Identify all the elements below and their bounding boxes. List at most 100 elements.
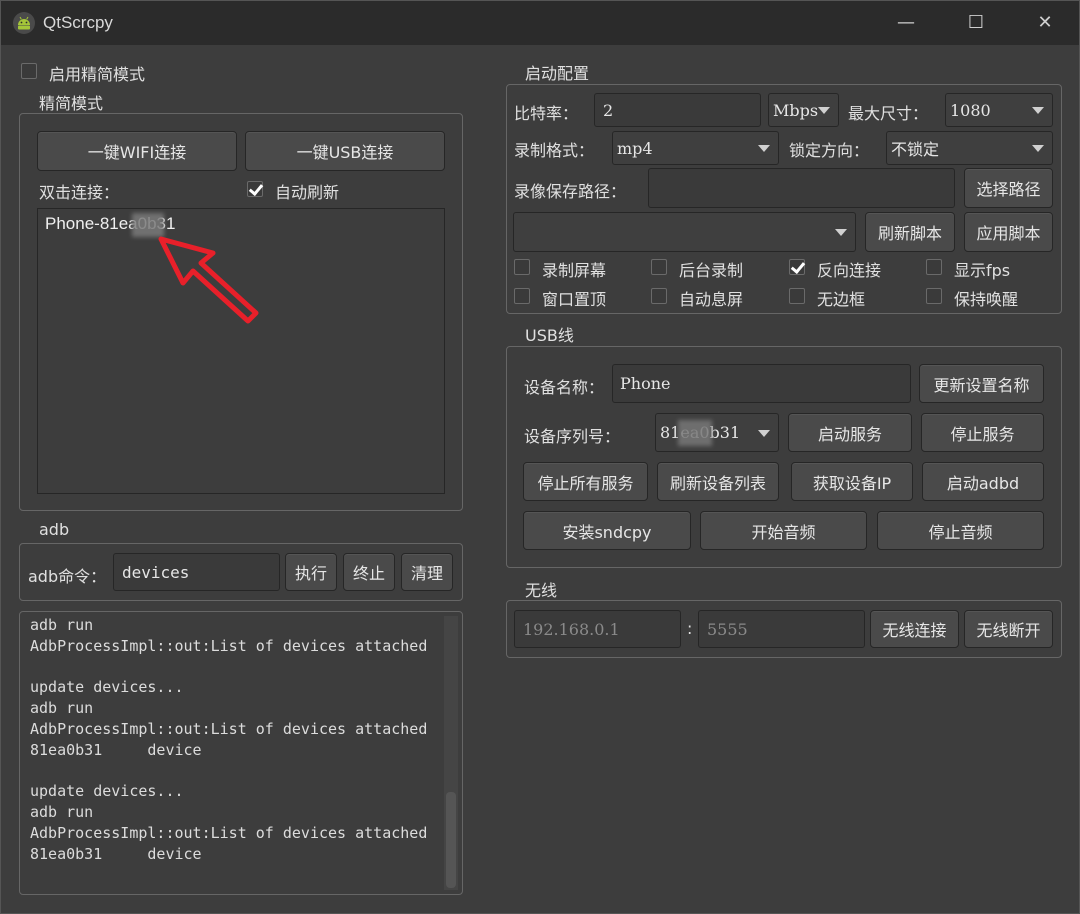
simple-mode-group-title: 精简模式 [39,94,104,113]
android-icon [13,12,35,34]
option-label: 显示fps [954,261,1011,280]
adb-group-title: adb [39,520,70,539]
lock-orientation-label: 锁定方向： [789,141,870,160]
record-path-label: 录像保存路径： [514,182,627,201]
adb-stop-button[interactable]: 终止 [343,553,395,591]
simple-mode-label: 启用精简模式 [49,65,146,84]
option-checkbox[interactable] [651,259,667,275]
option-checkbox[interactable] [514,259,530,275]
update-device-name-button[interactable]: 更新设置名称 [919,364,1044,403]
script-select[interactable] [513,212,856,252]
maximize-button[interactable]: ☐ [953,7,999,39]
log-line: 81ea0b31 device [30,740,202,759]
record-format-value: mp4 [617,138,653,158]
record-format-select[interactable]: mp4 [612,131,779,165]
wireless-ip-input[interactable]: 192.168.0.1 [514,610,681,648]
double-click-label: 双击连接： [39,183,120,202]
log-line: AdbProcessImpl::out:List of devices atta… [30,719,428,738]
record-format-label: 录制格式： [514,141,595,160]
lock-orientation-select[interactable]: 不锁定 [886,131,1053,165]
refresh-script-button[interactable]: 刷新脚本 [865,212,955,252]
lock-orientation-value: 不锁定 [891,140,940,159]
chevron-down-icon [1032,145,1044,152]
device-name-input[interactable]: Phone [612,364,911,403]
auto-refresh-checkbox[interactable] [247,181,263,197]
option-label: 后台录制 [679,261,744,280]
chevron-down-icon [758,429,770,437]
start-adbd-button[interactable]: 启动adbd [922,462,1044,501]
launch-config-group-title: 启动配置 [525,64,590,83]
adb-clear-button[interactable]: 清理 [401,553,453,591]
max-size-label: 最大尺寸： [848,104,929,123]
chevron-down-icon [758,145,770,152]
log-line: adb run [30,616,94,634]
option-checkbox[interactable] [514,288,530,304]
log-line: update devices... [30,678,184,697]
wifi-connect-button[interactable]: 一键WIFI连接 [37,131,237,171]
select-path-button[interactable]: 选择路径 [964,168,1053,208]
option-checkbox[interactable] [789,259,805,275]
apply-script-button[interactable]: 应用脚本 [964,212,1053,252]
wireless-port-input[interactable]: 5555 [698,610,865,648]
adb-log-output[interactable]: adb run AdbProcessImpl::out:List of devic… [19,611,463,895]
log-line: 81ea0b31 device [30,844,202,863]
option-label: 反向连接 [817,261,882,280]
bitrate-unit-value: Mbps [773,100,819,120]
start-service-button[interactable]: 启动服务 [788,413,912,452]
option-checkbox[interactable] [651,288,667,304]
log-line: update devices... [30,782,184,801]
bitrate-label: 比特率： [514,104,579,123]
usb-group-title: USB线 [525,326,574,345]
log-line: adb run [30,803,94,822]
max-size-value: 1080 [950,100,991,120]
log-scrollbar[interactable] [444,616,458,890]
main-window: QtScrcpy — ☐ ✕ 启用精简模式 精简模式 一键WIFI连接 一键US… [0,0,1080,914]
simple-mode-checkbox[interactable] [21,63,37,79]
annotation-arrow-icon [158,236,259,324]
bitrate-input[interactable]: 2 [594,93,761,127]
usb-connect-button[interactable]: 一键USB连接 [245,131,445,171]
record-path-input[interactable] [648,168,955,208]
log-text: adb run AdbProcessImpl::out:List of devic… [30,615,427,865]
get-device-ip-button[interactable]: 获取设备IP [791,462,913,501]
close-button[interactable]: ✕ [1022,7,1068,39]
install-sndcpy-button[interactable]: 安装sndcpy [523,511,691,550]
log-scrollbar-thumb[interactable] [446,792,456,888]
option-label: 自动息屏 [679,290,744,309]
max-size-select[interactable]: 1080 [945,93,1053,127]
option-checkbox[interactable] [926,259,942,275]
option-label: 录制屏幕 [542,261,607,280]
redaction-blur [678,420,712,446]
log-line: AdbProcessImpl::out:List of devices atta… [30,823,428,842]
log-line: adb run [30,699,94,718]
option-checkbox[interactable] [926,288,942,304]
option-label: 窗口置顶 [542,290,607,309]
serial-label: 设备序列号： [524,427,621,446]
stop-service-button[interactable]: 停止服务 [921,413,1044,452]
wireless-disconnect-button[interactable]: 无线断开 [964,610,1053,648]
title-bar[interactable]: QtScrcpy — ☐ ✕ [1,1,1079,45]
bitrate-unit-select[interactable]: Mbps [768,93,839,127]
option-label: 无边框 [817,290,866,309]
serial-select[interactable]: 81ea0b31 [655,413,779,452]
option-checkbox[interactable] [789,288,805,304]
chevron-down-icon [818,107,830,114]
device-name-label: 设备名称： [524,378,605,397]
chevron-down-icon [1032,107,1044,114]
start-audio-button[interactable]: 开始音频 [700,511,867,550]
adb-command-input[interactable]: devices [113,553,280,591]
adb-command-label: adb命令： [28,567,107,586]
adb-execute-button[interactable]: 执行 [285,553,337,591]
ip-port-separator: : [687,619,693,638]
wireless-connect-button[interactable]: 无线连接 [870,610,959,648]
log-line: AdbProcessImpl::out:List of devices atta… [30,636,428,655]
option-label: 保持唤醒 [954,290,1019,309]
stop-audio-button[interactable]: 停止音频 [877,511,1044,550]
auto-refresh-label: 自动刷新 [275,183,340,202]
refresh-device-list-button[interactable]: 刷新设备列表 [657,462,779,501]
minimize-button[interactable]: — [883,7,929,39]
wireless-group-title: 无线 [525,581,558,600]
stop-all-services-button[interactable]: 停止所有服务 [523,462,648,501]
